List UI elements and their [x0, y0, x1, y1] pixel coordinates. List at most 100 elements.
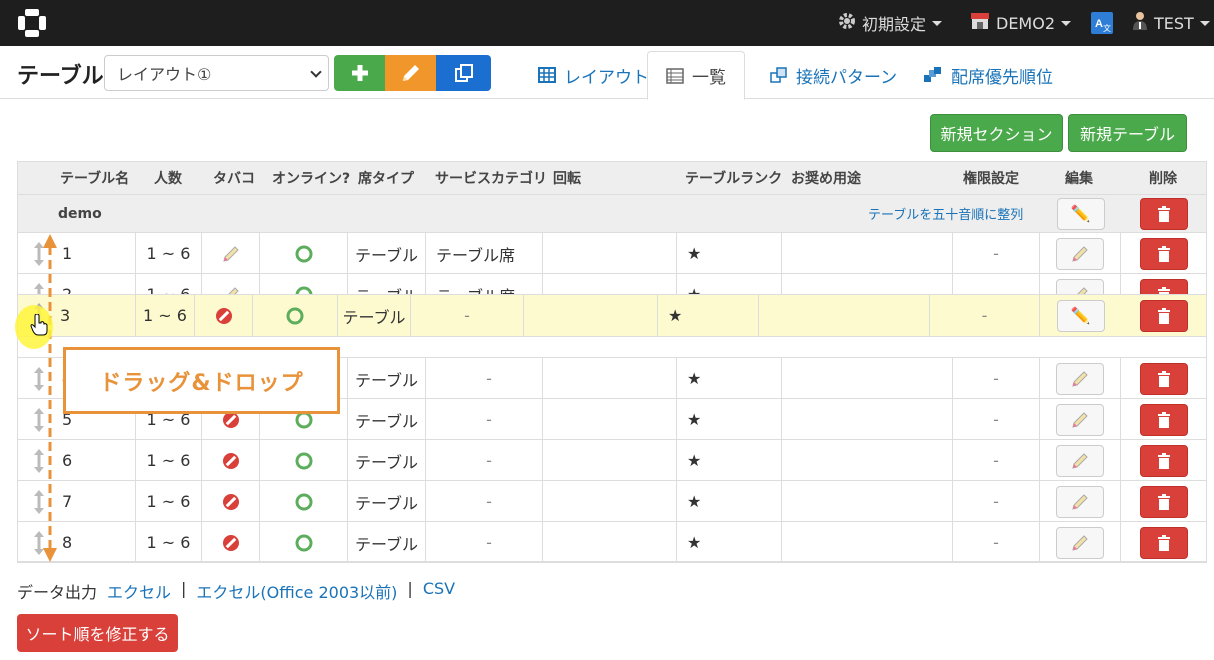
row-rank: ★ — [658, 295, 759, 336]
hand-cursor-icon — [30, 314, 48, 336]
delete-row-button[interactable] — [1140, 362, 1188, 395]
delete-section-button[interactable] — [1140, 197, 1188, 230]
row-seat-type: テーブル — [348, 233, 426, 273]
table-row-dragging[interactable]: 3 1 ~ 6 テーブル - ★ - ✏️ — [18, 295, 1206, 337]
edit-row-button[interactable] — [1056, 403, 1104, 436]
col-header-name: テーブル名 — [60, 171, 130, 187]
row-edit-cell — [1040, 274, 1121, 294]
chevron-down-icon — [1061, 20, 1072, 26]
row-rank: ★ — [677, 481, 782, 521]
row-service: - — [426, 399, 543, 439]
store-icon — [970, 12, 990, 34]
delete-row-button[interactable] — [1140, 237, 1188, 270]
pencil-icon — [227, 286, 239, 294]
user-label: TEST — [1154, 13, 1194, 33]
no-smoking-icon — [222, 534, 239, 551]
new-table-button[interactable]: 新規テーブル — [1068, 114, 1187, 152]
copy-layout-button[interactable] — [436, 55, 491, 91]
col-header-online: オンライン? — [272, 171, 351, 187]
row-name: 8 — [60, 522, 136, 561]
export-label: データ出力 — [17, 583, 98, 602]
new-section-button[interactable]: 新規セクション — [930, 114, 1063, 152]
delete-row-button[interactable] — [1140, 403, 1188, 436]
table-row[interactable]: 61 ~ 6 テーブル - ★ - — [18, 440, 1206, 481]
delete-row-button[interactable] — [1140, 299, 1188, 332]
delete-row-button[interactable] — [1140, 485, 1188, 518]
section-row: demo テーブルを五十音順に整列 ✏️ — [18, 195, 1206, 233]
table-row[interactable]: 21 ~ 6 テーブルテーブル席 ★ - — [18, 274, 1206, 295]
user-menu[interactable]: TEST — [1132, 0, 1210, 46]
pencil-icon — [1072, 452, 1088, 469]
row-capacity: 1 ~ 6 — [136, 274, 202, 294]
export-excel-old-link[interactable]: エクセル(Office 2003以前) — [196, 579, 397, 603]
row-online — [260, 274, 348, 294]
sort-alphabetical-link[interactable]: テーブルを五十音順に整列 — [868, 195, 1023, 232]
col-header-usage: お奨め用途 — [791, 171, 861, 187]
edit-row-button[interactable] — [1056, 485, 1104, 518]
chevron-down-icon — [932, 20, 943, 26]
export-line: データ出力 エクセル | エクセル(Office 2003以前) | CSV — [17, 579, 455, 603]
tab-connection[interactable]: 接続パターン — [752, 51, 915, 99]
page-header: テーブル レイアウト① レイアウト 一覧 接続パターン 配席優先順位 — [0, 46, 1214, 100]
edit-row-button[interactable] — [1056, 362, 1104, 395]
settings-menu[interactable]: 初期設定 — [838, 0, 943, 46]
row-rotation — [543, 440, 677, 480]
col-header-permission: 権限設定 — [963, 171, 1019, 187]
row-name: 1 — [60, 233, 136, 273]
tab-priority[interactable]: 配席優先順位 — [905, 51, 1071, 99]
row-rank: ★ — [677, 233, 782, 273]
row-permission: - — [953, 522, 1040, 561]
delete-row-button[interactable] — [1140, 444, 1188, 477]
pencil-icon — [403, 65, 419, 81]
tab-list[interactable]: 一覧 — [647, 51, 745, 100]
row-usage — [782, 233, 953, 273]
fix-sort-button[interactable]: ソート順を修正する — [17, 614, 178, 652]
row-edit-cell — [1040, 233, 1121, 273]
table-row[interactable]: 11 ~ 6 テーブル テーブル席 ★ - — [18, 233, 1206, 274]
row-edit-cell — [1040, 358, 1121, 398]
edit-row-button[interactable] — [1056, 237, 1104, 270]
export-excel-link[interactable]: エクセル — [107, 579, 171, 603]
edit-row-button[interactable]: ✏️ — [1056, 299, 1105, 332]
row-edit-cell — [1040, 440, 1121, 480]
row-delete-cell — [1121, 399, 1206, 439]
row-smoking — [202, 522, 260, 561]
edit-layout-button[interactable] — [385, 55, 437, 91]
row-rotation — [543, 274, 677, 294]
store-menu[interactable]: DEMO2 — [970, 0, 1072, 46]
row-capacity: 1 ~ 6 — [136, 233, 202, 273]
circle-ok-icon — [295, 534, 312, 551]
row-service: - — [426, 481, 543, 521]
table-row[interactable]: 81 ~ 6 テーブル - ★ - — [18, 522, 1206, 562]
table-row[interactable]: 71 ~ 6 テーブル - ★ - — [18, 481, 1206, 522]
export-csv-link[interactable]: CSV — [423, 579, 455, 603]
col-header-edit: 編集 — [1065, 171, 1093, 187]
add-layout-button[interactable] — [334, 55, 386, 91]
delete-row-button[interactable] — [1140, 526, 1188, 559]
row-usage — [759, 295, 930, 336]
row-usage — [782, 399, 953, 439]
row-delete-cell — [1121, 233, 1206, 273]
row-usage — [782, 358, 953, 398]
row-delete-cell — [1121, 481, 1206, 521]
row-capacity: 1 ~ 6 — [136, 295, 195, 336]
row-name: 6 — [60, 440, 136, 480]
row-edit-cell: ✏️ — [1040, 295, 1121, 336]
svg-text:文: 文 — [1103, 23, 1111, 33]
language-button[interactable]: A 文 — [1091, 0, 1113, 46]
separator: | — [181, 579, 187, 598]
row-seat-type: テーブル — [348, 399, 426, 439]
edit-row-button[interactable] — [1056, 526, 1104, 559]
section-edit-cell: ✏️ — [1040, 195, 1121, 232]
edit-section-button[interactable]: ✏️ — [1056, 197, 1105, 230]
app-logo-icon[interactable] — [16, 7, 48, 39]
edit-row-button[interactable] — [1056, 278, 1104, 294]
tab-layout[interactable]: レイアウト — [520, 51, 667, 99]
delete-row-button[interactable] — [1140, 278, 1188, 294]
no-smoking-icon — [222, 493, 239, 510]
circle-ok-icon — [286, 307, 304, 324]
edit-row-button[interactable] — [1056, 444, 1104, 477]
layout-select[interactable]: レイアウト① — [104, 55, 329, 91]
pencil-icon — [1072, 245, 1088, 262]
tab-priority-label: 配席優先順位 — [951, 67, 1053, 88]
